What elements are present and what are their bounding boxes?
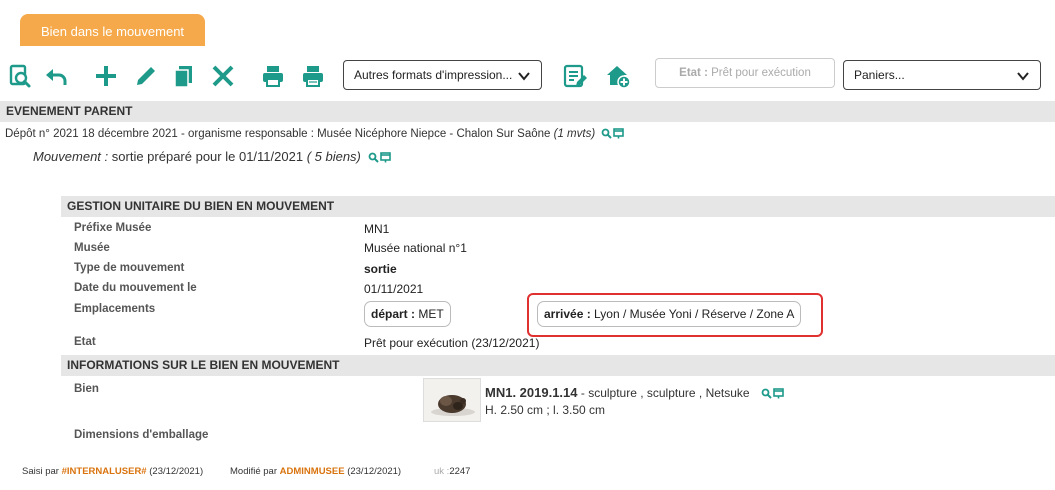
etat-button-value: Prêt pour exécution [711, 67, 811, 79]
chevron-down-icon [1017, 72, 1029, 81]
saisi-date: (23/12/2021) [149, 466, 204, 477]
prefixe-value: MN1 [364, 222, 390, 236]
pencil-icon[interactable] [132, 62, 160, 90]
paniers-select[interactable]: Paniers... [843, 60, 1041, 90]
mouvement-text: sortie préparé pour le 01/11/2021 [111, 149, 304, 164]
saisi-user: #INTERNALUSER# [61, 466, 147, 477]
type-mouvement-value: sortie [364, 262, 397, 276]
bien-thumbnail[interactable] [423, 378, 481, 422]
modifie-date: (23/12/2021) [347, 466, 402, 477]
chevron-down-icon [518, 72, 530, 81]
uk-label: uk : [434, 466, 450, 477]
etat-button[interactable]: Etat : Prêt pour exécution [655, 58, 835, 88]
open-window-icon[interactable] [773, 388, 784, 399]
arrivee-label: arrivée : [544, 307, 591, 321]
list-edit-icon[interactable] [561, 62, 589, 90]
bien-actions [761, 388, 784, 400]
undo-icon[interactable] [42, 62, 70, 90]
date-mouvement-label: Date du mouvement le [74, 282, 197, 294]
netsuke-image [424, 379, 480, 421]
footer-saisi: Saisi par #INTERNALUSER# (23/12/2021) [22, 466, 203, 477]
bien-dimensions: H. 2.50 cm ; l. 3.50 cm [485, 403, 606, 417]
musee-label: Musée [74, 242, 110, 254]
prefixe-label: Préfixe Musée [74, 222, 152, 234]
emballage-label: Dimensions d'emballage [74, 429, 209, 441]
depot-count: (1 mvts) [553, 128, 596, 140]
gestion-header: GESTION UNITAIRE DU BIEN EN MOUVEMENT [61, 196, 1055, 217]
search-icon[interactable] [368, 152, 379, 163]
footer-modifie: Modifié par ADMINMUSEE (23/12/2021) [230, 466, 401, 477]
copy-icon[interactable] [170, 62, 198, 90]
date-mouvement-value: 01/11/2021 [364, 282, 424, 296]
bien-id-link[interactable]: MN1. 2019.1.14 [485, 385, 578, 400]
open-window-icon[interactable] [379, 152, 391, 163]
bien-label: Bien [74, 383, 99, 395]
print-icon[interactable] [259, 62, 287, 90]
emplacements-label: Emplacements [74, 303, 156, 315]
home-add-icon[interactable] [604, 62, 632, 90]
depart-location: départ : MET [364, 301, 451, 327]
mouvement-count: ( 5 biens) [306, 149, 361, 164]
mouvement-actions [368, 152, 391, 163]
print-formats-select-value: Autres formats d'impression... [354, 68, 513, 82]
depart-value: MET [418, 307, 444, 321]
search-icon[interactable] [761, 388, 772, 400]
arrivee-value: Lyon / Musée Yoni / Réserve / Zone A [594, 307, 795, 321]
print-color-icon[interactable] [299, 62, 327, 90]
uk-value: 2247 [449, 466, 471, 477]
print-formats-select[interactable]: Autres formats d'impression... [343, 60, 542, 90]
informations-header: INFORMATIONS SUR LE BIEN EN MOUVEMENT [61, 355, 1055, 376]
depot-line: Dépôt n° 2021 18 décembre 2021 - organis… [5, 128, 625, 140]
search-document-icon[interactable] [6, 62, 34, 90]
mouvement-label: Mouvement : [33, 149, 109, 164]
etat-value: Prêt pour exécution (23/12/2021) [364, 336, 540, 350]
depot-actions [601, 128, 625, 140]
etat-label: Etat [74, 336, 96, 348]
delete-icon[interactable] [209, 62, 237, 90]
open-window-icon[interactable] [613, 128, 625, 139]
type-mouvement-label: Type de mouvement [74, 262, 185, 274]
saisi-label: Saisi par [22, 466, 59, 477]
tab-bien-dans-le-mouvement[interactable]: Bien dans le mouvement [20, 14, 205, 46]
mouvement-line: Mouvement : sortie préparé pour le 01/11… [33, 149, 391, 164]
search-icon[interactable] [601, 128, 613, 140]
modifie-user: ADMINMUSEE [279, 466, 345, 477]
bien-description: - sculpture , sculpture , Netsuke [580, 386, 750, 400]
plus-icon[interactable] [92, 62, 120, 90]
depart-label: départ : [371, 307, 416, 321]
bien-title-line: MN1. 2019.1.14 - sculpture , sculpture ,… [485, 385, 784, 400]
paniers-select-value: Paniers... [854, 68, 905, 82]
modifie-label: Modifié par [230, 466, 277, 477]
musee-value: Musée national n°1 [364, 241, 467, 255]
etat-button-label: Etat : [679, 67, 708, 79]
depot-text: Dépôt n° 2021 18 décembre 2021 - organis… [5, 128, 551, 140]
parent-event-header: EVENEMENT PARENT [0, 101, 1055, 122]
arrivee-location: arrivée : Lyon / Musée Yoni / Réserve / … [537, 301, 802, 327]
footer-uk: uk :2247 [434, 466, 470, 477]
